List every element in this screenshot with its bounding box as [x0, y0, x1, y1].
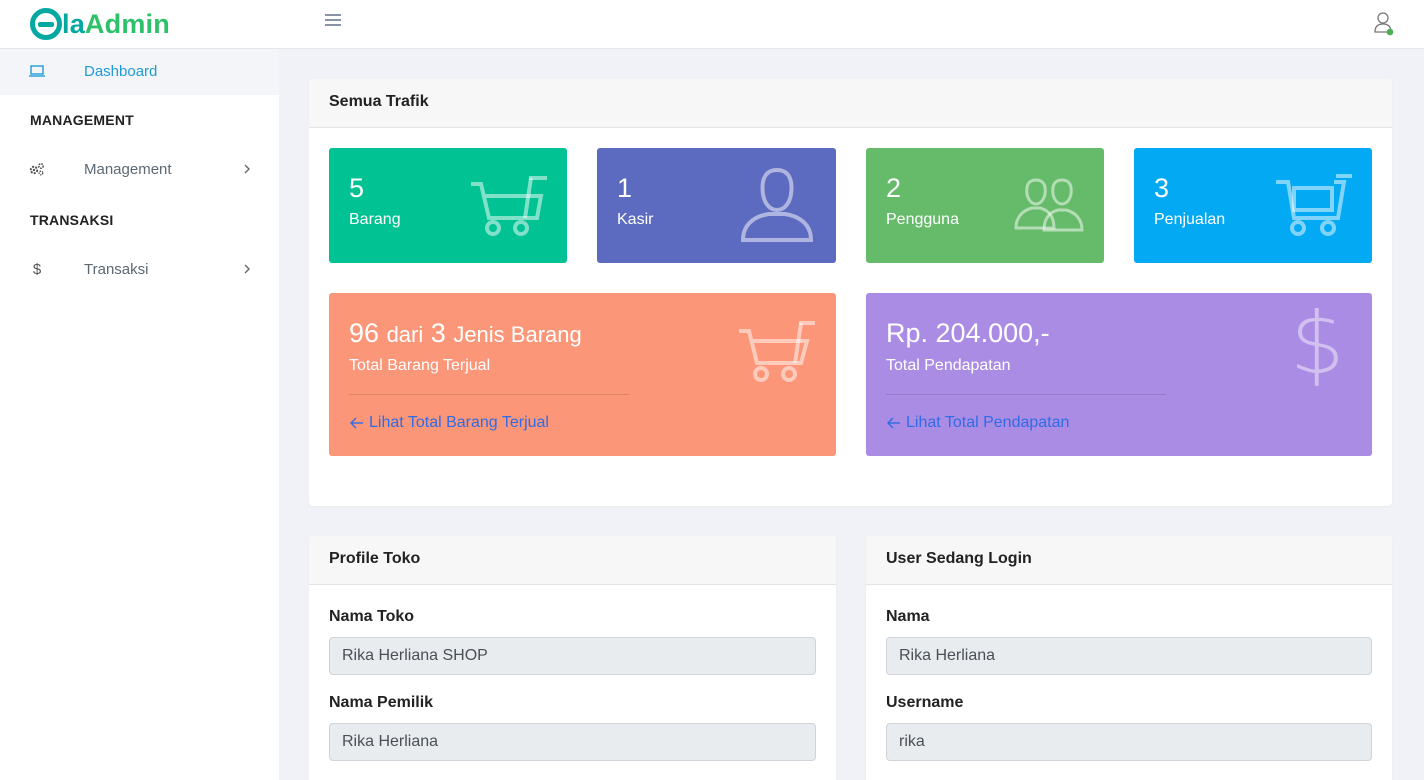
stat-label: Penjualan — [1154, 211, 1226, 228]
sold-qty: 96 — [349, 318, 380, 348]
card-title: Semua Trafik — [309, 79, 1392, 128]
user-icon — [740, 167, 814, 242]
profile-card: Profile Toko Nama Toko Nama Pemilik — [309, 536, 836, 780]
stat-label: Pengguna — [886, 211, 959, 228]
card-title: Profile Toko — [309, 536, 836, 585]
dollar-icon: $ — [1290, 294, 1345, 394]
field-label: Nama — [886, 608, 930, 625]
store-name-field[interactable] — [329, 637, 816, 675]
income-subtitle: Total Pendapatan — [886, 357, 1011, 374]
sidebar-item-dashboard[interactable]: Dashboard — [0, 49, 279, 95]
top-header: laAdmin — [0, 0, 1424, 49]
stat-card-penjualan: 3 Penjualan — [1134, 148, 1372, 263]
basket-icon — [1276, 174, 1352, 236]
stat-label: Kasir — [617, 211, 654, 228]
sidebar: Dashboard MANAGEMENT Management TRANSAKS… — [0, 49, 279, 780]
sold-types: 3 — [430, 318, 446, 348]
sold-headline: 96 dari 3 Jenis Barang — [349, 318, 582, 349]
user-icon[interactable] — [1373, 11, 1395, 37]
field-label: Nama Toko — [329, 608, 415, 625]
income-amount: Rp. 204.000,- — [886, 318, 1050, 348]
sold-of: dari — [386, 322, 424, 347]
logo-text-suffix: Admin — [84, 8, 170, 39]
divider — [349, 394, 629, 395]
arrow-left-icon — [887, 417, 900, 429]
dollar-icon: $ — [32, 260, 42, 278]
chevron-right-icon — [244, 264, 250, 274]
logo-text-prefix: la — [62, 8, 85, 39]
sidebar-item-transaksi[interactable]: $ Transaksi — [0, 247, 279, 293]
sidebar-item-label: Dashboard — [84, 63, 158, 80]
cart-icon — [471, 176, 547, 236]
gears-icon — [29, 161, 45, 177]
cart-icon — [739, 321, 815, 382]
username-field[interactable] — [886, 723, 1372, 761]
stat-label: Barang — [349, 211, 401, 228]
view-sold-link-label: Lihat Total Barang Terjual — [369, 414, 549, 431]
sidebar-heading-management: MANAGEMENT — [30, 112, 134, 128]
stat-card-pengguna: 2 Pengguna — [866, 148, 1104, 263]
sidebar-item-label: Management — [84, 161, 172, 178]
view-income-link[interactable]: Lihat Total Pendapatan — [886, 414, 1069, 432]
card-title: User Sedang Login — [866, 536, 1392, 585]
sidebar-heading-transaksi: TRANSAKSI — [30, 212, 114, 228]
stat-value: 1 — [617, 173, 633, 203]
sold-types-label: Jenis Barang — [453, 322, 582, 347]
divider — [886, 394, 1166, 395]
stat-value: 2 — [886, 173, 902, 203]
traffic-card: Semua Trafik 5 Barang 1 Kasir 2 Pengguna — [309, 79, 1392, 506]
sidebar-item-label: Transaksi — [84, 261, 149, 278]
logged-in-user-card: User Sedang Login Nama Username — [866, 536, 1392, 780]
income-summary-card: Rp. 204.000,- Total Pendapatan Lihat Tot… — [866, 293, 1372, 456]
sold-summary-card: 96 dari 3 Jenis Barang Total Barang Terj… — [329, 293, 836, 456]
app-logo[interactable]: laAdmin — [30, 6, 170, 42]
field-label: Nama Pemilik — [329, 694, 434, 711]
field-label: Username — [886, 694, 964, 711]
view-sold-link[interactable]: Lihat Total Barang Terjual — [349, 414, 549, 432]
chevron-right-icon — [244, 164, 250, 174]
stat-value: 3 — [1154, 173, 1170, 203]
stat-card-kasir: 1 Kasir — [597, 148, 836, 263]
laptop-icon — [29, 63, 45, 79]
stat-card-barang: 5 Barang — [329, 148, 567, 263]
users-icon — [1014, 178, 1084, 232]
arrow-left-icon — [350, 417, 363, 429]
logo-mark — [30, 8, 62, 40]
view-income-link-label: Lihat Total Pendapatan — [906, 414, 1070, 431]
owner-name-field[interactable] — [329, 723, 816, 761]
hamburger-icon[interactable] — [325, 14, 341, 28]
user-name-field[interactable] — [886, 637, 1372, 675]
sidebar-item-management[interactable]: Management — [0, 147, 279, 193]
sold-subtitle: Total Barang Terjual — [349, 357, 491, 374]
stat-value: 5 — [349, 173, 365, 203]
